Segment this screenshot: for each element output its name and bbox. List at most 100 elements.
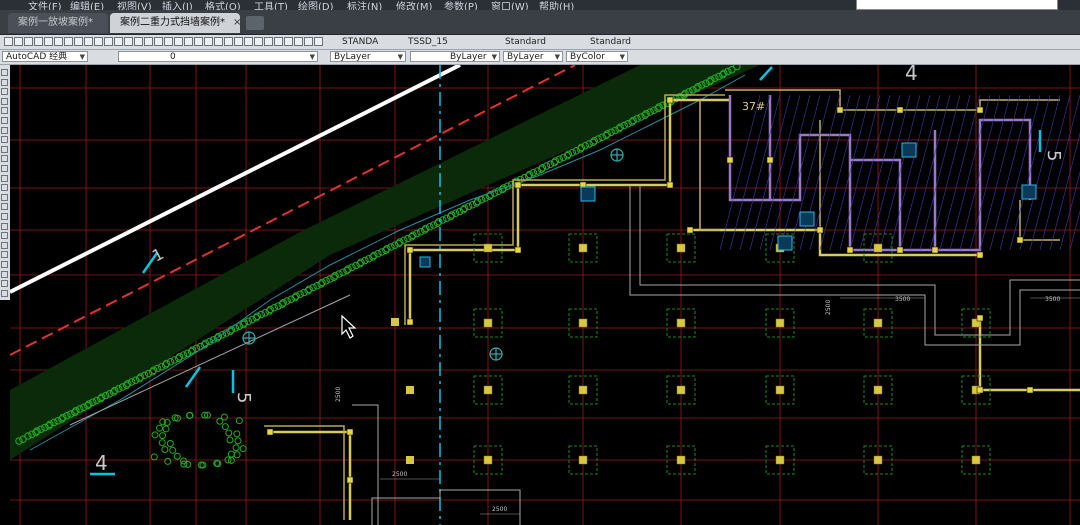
chevron-down-icon: ▼ — [79, 53, 85, 61]
menu-file[interactable]: 文件(F) — [28, 0, 62, 10]
menu-help[interactable]: 帮助(H) — [539, 0, 574, 10]
lineweight-select[interactable]: ByLayer ▼ — [503, 51, 563, 62]
draw-tool-icon[interactable] — [1, 241, 8, 249]
menu-window[interactable]: 窗口(W) — [491, 0, 529, 10]
menu-draw[interactable]: 绘图(D) — [298, 0, 334, 10]
toolbar-tool-icon[interactable] — [294, 37, 303, 46]
toolbar-tool-icon[interactable] — [84, 37, 93, 46]
toolbar-tool-icon[interactable] — [234, 37, 243, 46]
search-box[interactable] — [856, 0, 1058, 10]
toolbar-tool-icon[interactable] — [134, 37, 143, 46]
toolbar-tool-icon[interactable] — [174, 37, 183, 46]
linetype-select[interactable]: ByLayer ▼ — [410, 51, 500, 62]
draw-tool-icon[interactable] — [1, 117, 8, 124]
toolbar-tool-icon[interactable] — [4, 37, 13, 46]
linetype-value: ByLayer — [450, 52, 487, 62]
draw-tool-icon[interactable] — [1, 261, 8, 268]
menu-parameters[interactable]: 参数(P) — [444, 0, 478, 10]
menu-tools[interactable]: 工具(T) — [254, 0, 288, 10]
toolbar-tool-icon[interactable] — [254, 37, 263, 46]
toolbar-tool-icon[interactable] — [184, 37, 193, 46]
draw-tool-icon[interactable] — [1, 145, 8, 153]
menu-insert[interactable]: 插入(I) — [162, 0, 193, 10]
draw-tool-icon[interactable] — [1, 251, 8, 259]
toolbar-tool-icon[interactable] — [64, 37, 73, 46]
chevron-down-icon: ▼ — [397, 53, 403, 61]
toolbar-tool-icon[interactable] — [214, 37, 223, 46]
draw-tool-icon[interactable] — [1, 232, 8, 240]
tab-case-one[interactable]: 案例一放坡案例* — [8, 13, 108, 33]
dim-text: 2500 — [392, 471, 407, 478]
draw-tool-icon[interactable] — [1, 107, 8, 115]
chevron-down-icon: ▼ — [619, 53, 625, 61]
draw-tool-icon[interactable] — [1, 88, 8, 96]
draw-tool-icon[interactable] — [1, 78, 8, 86]
room-label: 37# — [742, 100, 765, 113]
draw-tool-icon[interactable] — [1, 165, 8, 172]
menu-modify[interactable]: 修改(M) — [396, 0, 432, 10]
color-select[interactable]: ByLayer ▼ — [330, 51, 406, 62]
toolbar-tool-icon[interactable] — [304, 37, 313, 46]
plotstyle-select[interactable]: ByColor ▼ — [566, 51, 628, 62]
table-style-label[interactable]: Standard — [505, 36, 546, 48]
menu-view[interactable]: 视图(V) — [117, 0, 152, 10]
draw-tool-icon[interactable] — [1, 184, 8, 192]
text-style-label[interactable]: STANDA — [342, 36, 378, 48]
toolbar-tool-icon[interactable] — [314, 37, 323, 46]
dim-text: 2500 — [335, 387, 342, 402]
new-tab-button[interactable] — [246, 16, 264, 30]
draw-tool-icon[interactable] — [1, 280, 8, 288]
tab-label: 案例一放坡案例* — [18, 17, 93, 28]
draw-tool-icon[interactable] — [1, 289, 8, 297]
drawing-canvas[interactable]: 1 5 4 4 5 37# 2500 3500 3500 2500 2500 2… — [10, 65, 1080, 525]
draw-tool-icon[interactable] — [1, 193, 8, 201]
dim-text: 2500 — [825, 300, 832, 315]
mleader-style-label[interactable]: Standard — [590, 36, 631, 48]
toolbar-tool-icon[interactable] — [14, 37, 23, 46]
menu-edit[interactable]: 编辑(E) — [70, 0, 104, 10]
toolbar-tool-icon[interactable] — [244, 37, 253, 46]
section-label-5-right: 5 — [1043, 150, 1064, 161]
toolbar-tool-icon[interactable] — [154, 37, 163, 46]
tab-case-two[interactable]: 案例二重力式挡墙案例* × — [110, 13, 241, 33]
dim-style-label[interactable]: TSSD_15 — [408, 36, 448, 48]
toolbar-tool-icon[interactable] — [114, 37, 123, 46]
menu-format[interactable]: 格式(O) — [205, 0, 241, 10]
toolbar-tool-icon[interactable] — [274, 37, 283, 46]
draw-tool-icon[interactable] — [1, 97, 8, 105]
toolbar-tool-icon[interactable] — [164, 37, 173, 46]
dim-text: 3500 — [895, 296, 910, 303]
draw-tool-icon[interactable] — [1, 174, 8, 182]
draw-tool-icon[interactable] — [1, 136, 8, 144]
toolbar-tool-icon[interactable] — [54, 37, 63, 46]
toolbar-tool-icon[interactable] — [124, 37, 133, 46]
toolbar-tool-icon[interactable] — [44, 37, 53, 46]
toolbar-tool-icon[interactable] — [104, 37, 113, 46]
layer-select[interactable]: 0 ▼ — [118, 51, 318, 62]
toolbar-tool-icon[interactable] — [34, 37, 43, 46]
draw-tool-icon[interactable] — [1, 213, 8, 220]
toolbar-tool-icon[interactable] — [284, 37, 293, 46]
close-icon[interactable]: × — [233, 17, 241, 28]
workspace-select[interactable]: AutoCAD 经典 ▼ — [2, 51, 88, 62]
toolbar-tool-icon[interactable] — [24, 37, 33, 46]
dim-text: 2500 — [492, 506, 507, 513]
chevron-down-icon: ▼ — [309, 53, 315, 61]
draw-tool-icon[interactable] — [1, 126, 8, 134]
toolbar-tool-icon[interactable] — [94, 37, 103, 46]
toolbar-tool-icon[interactable] — [204, 37, 213, 46]
toolbar-tool-icon[interactable] — [264, 37, 273, 46]
toolbar-tool-icon[interactable] — [144, 37, 153, 46]
draw-tool-icon[interactable] — [1, 203, 8, 211]
menu-dimension[interactable]: 标注(N) — [347, 0, 382, 10]
draw-tool-icon[interactable] — [1, 270, 8, 278]
toolbar-tool-icon[interactable] — [224, 37, 233, 46]
draw-tool-icon[interactable] — [1, 155, 8, 163]
section-label-4-left: 4 — [95, 451, 108, 475]
toolbar-tool-icon[interactable] — [74, 37, 83, 46]
document-tab-bar: 案例一放坡案例* 案例二重力式挡墙案例* × — [0, 10, 1080, 35]
draw-tool-icon[interactable] — [1, 222, 8, 230]
draw-tool-icon[interactable] — [1, 69, 8, 76]
lineweight-value: ByLayer — [507, 52, 544, 62]
toolbar-tool-icon[interactable] — [194, 37, 203, 46]
